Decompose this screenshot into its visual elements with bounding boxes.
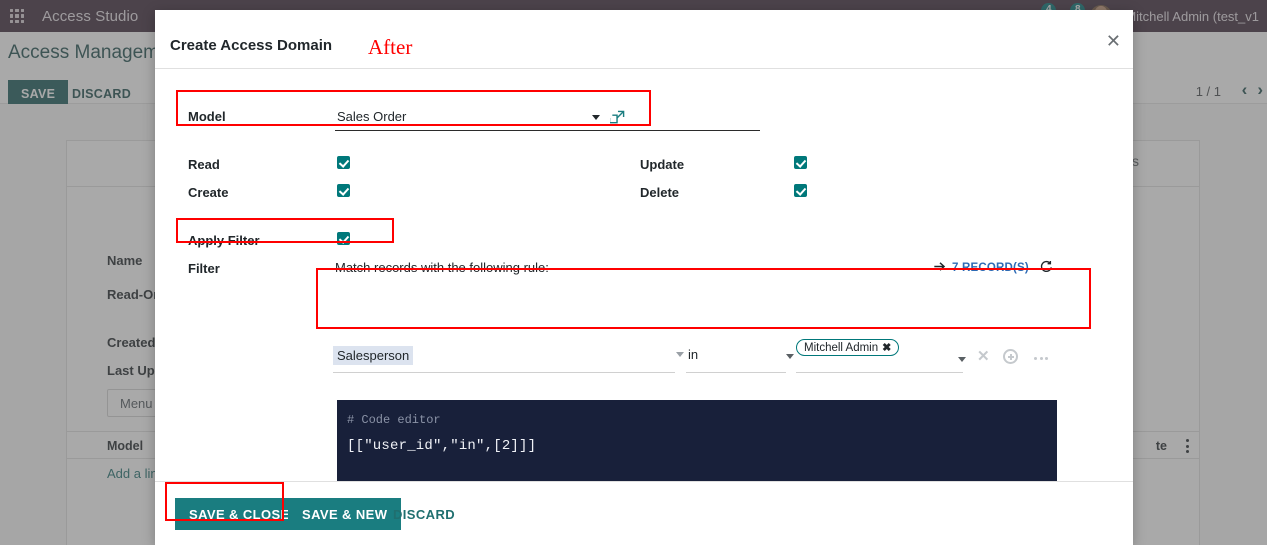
chevron-down-icon[interactable] <box>592 115 600 120</box>
model-label: Model <box>188 109 226 124</box>
save-and-close-button[interactable]: SAVE & CLOSE <box>175 498 304 530</box>
update-checkbox[interactable] <box>794 156 807 169</box>
rule-field-chevron-down-icon[interactable] <box>676 352 684 357</box>
annotation-after-label: After <box>368 35 413 59</box>
code-editor-content[interactable]: [["user_id","in",[2]]] <box>347 438 1047 454</box>
rule-operator-value[interactable]: in <box>688 347 698 362</box>
filter-label: Filter <box>188 261 220 276</box>
dialog-footer: SAVE & CLOSE SAVE & NEW DISCARD <box>155 481 1133 545</box>
code-editor[interactable]: # Code editor [["user_id","in",[2]]] <box>337 400 1057 481</box>
create-label: Create <box>188 185 229 200</box>
close-icon[interactable]: ✕ <box>1106 32 1121 50</box>
rule-value-underline <box>796 372 963 373</box>
delete-label: Delete <box>640 185 680 200</box>
rule-field-underline <box>333 372 675 373</box>
update-label: Update <box>640 157 685 172</box>
rule-operator-chevron-down-icon[interactable] <box>786 354 794 359</box>
dialog-discard-button[interactable]: DISCARD <box>393 498 455 530</box>
rule-value-tag-label: Mitchell Admin <box>804 341 879 354</box>
delete-node-icon[interactable]: ✕ <box>977 347 990 365</box>
tag-remove-icon[interactable]: ✖ <box>882 341 891 354</box>
delete-checkbox[interactable] <box>794 184 807 197</box>
dialog-title: Create Access Domain <box>170 37 333 54</box>
refresh-icon[interactable] <box>1039 260 1053 278</box>
rule-field-value[interactable]: Salesperson <box>333 346 414 365</box>
rule-value-chevron-down-icon[interactable] <box>958 357 966 362</box>
dialog-header: Create Access Domain After ✕ <box>155 10 1133 69</box>
save-and-new-button[interactable]: SAVE & NEW <box>288 498 402 530</box>
create-access-domain-dialog: Create Access Domain After ✕ Model Sales… <box>155 10 1133 545</box>
screen: Access Studio 4 8 Mitchell Admin (test_v… <box>0 0 1267 545</box>
model-underline <box>335 130 760 131</box>
apply-filter-label: Apply Filter <box>188 233 260 248</box>
create-checkbox[interactable] <box>337 184 350 197</box>
external-link-icon[interactable] <box>608 110 625 130</box>
arrow-right-icon[interactable] <box>933 260 947 278</box>
read-label: Read <box>188 157 220 172</box>
apply-filter-checkbox[interactable] <box>337 232 350 245</box>
code-editor-comment: # Code editor <box>347 413 441 427</box>
add-node-icon[interactable] <box>1003 349 1018 364</box>
dialog-body: Model Sales Order Read Update Create Del… <box>155 69 1133 481</box>
more-options-icon[interactable] <box>1034 357 1048 360</box>
read-checkbox[interactable] <box>337 156 350 169</box>
model-value[interactable]: Sales Order <box>337 109 406 124</box>
record-count[interactable]: 7 RECORD(S) <box>952 262 1029 274</box>
filter-hint: Match records with the following rule: <box>335 260 549 275</box>
rule-value-tag[interactable]: Mitchell Admin ✖ <box>796 339 900 356</box>
rule-operator-underline <box>686 372 786 373</box>
